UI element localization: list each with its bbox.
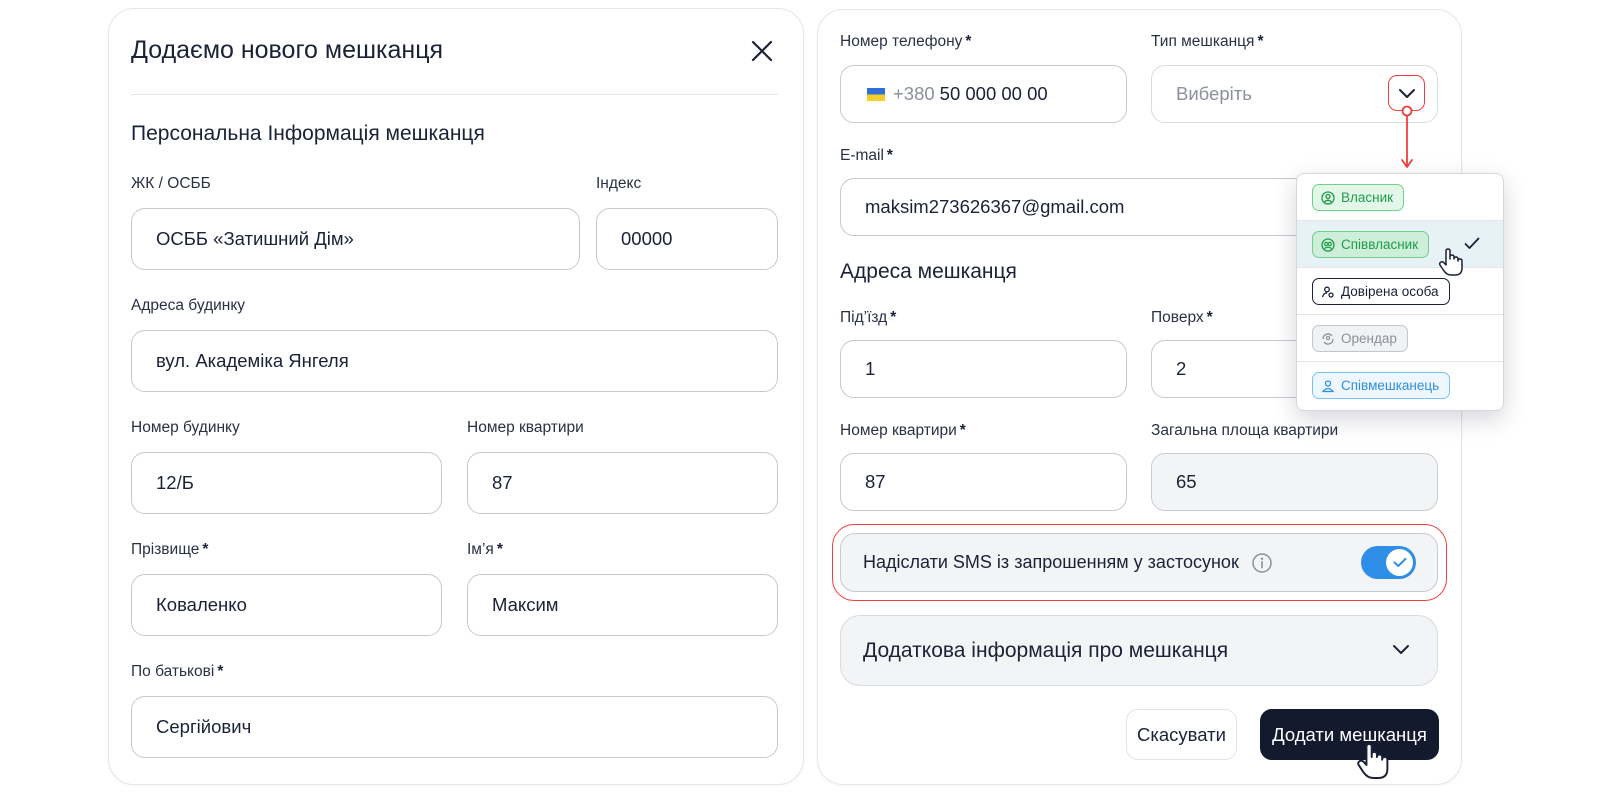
entrance-label: Під’їзд * [840, 309, 897, 326]
ukraine-flag-icon [867, 87, 885, 101]
dropdown-option-coowner[interactable]: Співвласник [1297, 221, 1503, 268]
close-icon[interactable] [749, 38, 775, 64]
user-icon [1321, 379, 1335, 392]
dropdown-option-cohabitant[interactable]: Співмешканець [1297, 362, 1503, 409]
user-key-icon [1321, 286, 1334, 298]
phone-field[interactable]: +380 50 000 00 00 [840, 65, 1127, 123]
tenant-chip: Орендар [1312, 325, 1408, 352]
toggle-knob [1386, 549, 1413, 576]
apartment-number-field[interactable]: 87 [467, 452, 778, 514]
cohabitant-chip: Співмешканець [1312, 372, 1451, 399]
cancel-button[interactable]: Скасувати [1126, 709, 1237, 760]
resident-type-label: Тип мешканця * [1151, 33, 1264, 50]
address-field[interactable]: вул. Академіка Янгеля [131, 330, 778, 392]
surname-label: Прізвище * [131, 541, 209, 558]
annotation-arrow-icon [1401, 105, 1413, 168]
phone-prefix: +380 [893, 83, 935, 104]
patronymic-label: По батькові * [131, 663, 224, 680]
add-resident-button[interactable]: Додати мешканця [1260, 709, 1439, 760]
personal-info-section-title: Персональна Інформація мешканця [131, 122, 485, 145]
phone-value: 50 000 00 00 [939, 83, 1048, 104]
dropdown-option-tenant[interactable]: Орендар [1297, 315, 1503, 362]
sms-invite-toggle[interactable] [1361, 546, 1416, 579]
selected-check-icon [1464, 237, 1480, 249]
house-number-label: Номер будинку [131, 419, 240, 436]
check-icon [1393, 557, 1406, 567]
sms-invite-label: Надіслати SMS із запрошенням у застосуно… [863, 552, 1239, 572]
first-name-label: Ім’я * [467, 541, 503, 558]
osbb-field[interactable]: ОСББ «Затишний Дім» [131, 208, 580, 270]
entrance-field[interactable]: 1 [840, 340, 1127, 398]
osbb-label: ЖК / ОСББ [131, 175, 211, 192]
first-name-field[interactable]: Максим [467, 574, 778, 636]
house-number-field[interactable]: 12/Б [131, 452, 442, 514]
hand-cursor-icon [1438, 248, 1463, 276]
owner-chip: Власник [1312, 184, 1405, 211]
user-circle-icon [1321, 190, 1335, 205]
resident-address-section-title: Адреса мешканця [840, 260, 1017, 283]
surname-field[interactable]: Коваленко [131, 574, 442, 636]
info-icon[interactable] [1251, 552, 1273, 574]
phone-label: Номер телефону * [840, 33, 972, 50]
index-label: Індекс [596, 175, 642, 192]
chevron-down-icon [1393, 645, 1409, 654]
additional-info-accordion[interactable]: Додаткова інформація про мешканця [840, 615, 1438, 686]
floor-label: Поверх * [1151, 309, 1213, 326]
page-title: Додаємо нового мешканця [131, 36, 444, 64]
additional-info-label: Додаткова інформація про мешканця [863, 638, 1229, 662]
index-field[interactable]: 00000 [596, 208, 778, 270]
chevron-down-icon [1398, 88, 1415, 98]
apartment-number-label: Номер квартири [467, 419, 584, 436]
area-field[interactable]: 65 [1151, 453, 1438, 511]
dropdown-option-trusted-person[interactable]: Довірена особа [1297, 268, 1503, 315]
address-label: Адреса будинку [131, 297, 246, 314]
trusted-person-chip: Довірена особа [1312, 278, 1450, 305]
area-label: Загальна площа квартири [1151, 422, 1339, 439]
users-circle-icon [1321, 237, 1335, 252]
right-apartment-label: Номер квартири * [840, 422, 966, 439]
sms-invite-row: Надіслати SMS із запрошенням у застосуно… [840, 533, 1438, 592]
resident-type-dropdown: Власник Співвласник Довірена особа Оренд… [1296, 173, 1504, 411]
user-refresh-icon [1322, 332, 1334, 345]
coowner-chip: Співвласник [1312, 231, 1430, 258]
right-apartment-field[interactable]: 87 [840, 453, 1127, 511]
dropdown-option-owner[interactable]: Власник [1297, 174, 1503, 221]
email-label: E-mail * [840, 147, 893, 164]
patronymic-field[interactable]: Сергійович [131, 696, 778, 758]
hand-cursor-icon [1357, 743, 1389, 779]
title-divider [131, 94, 778, 95]
